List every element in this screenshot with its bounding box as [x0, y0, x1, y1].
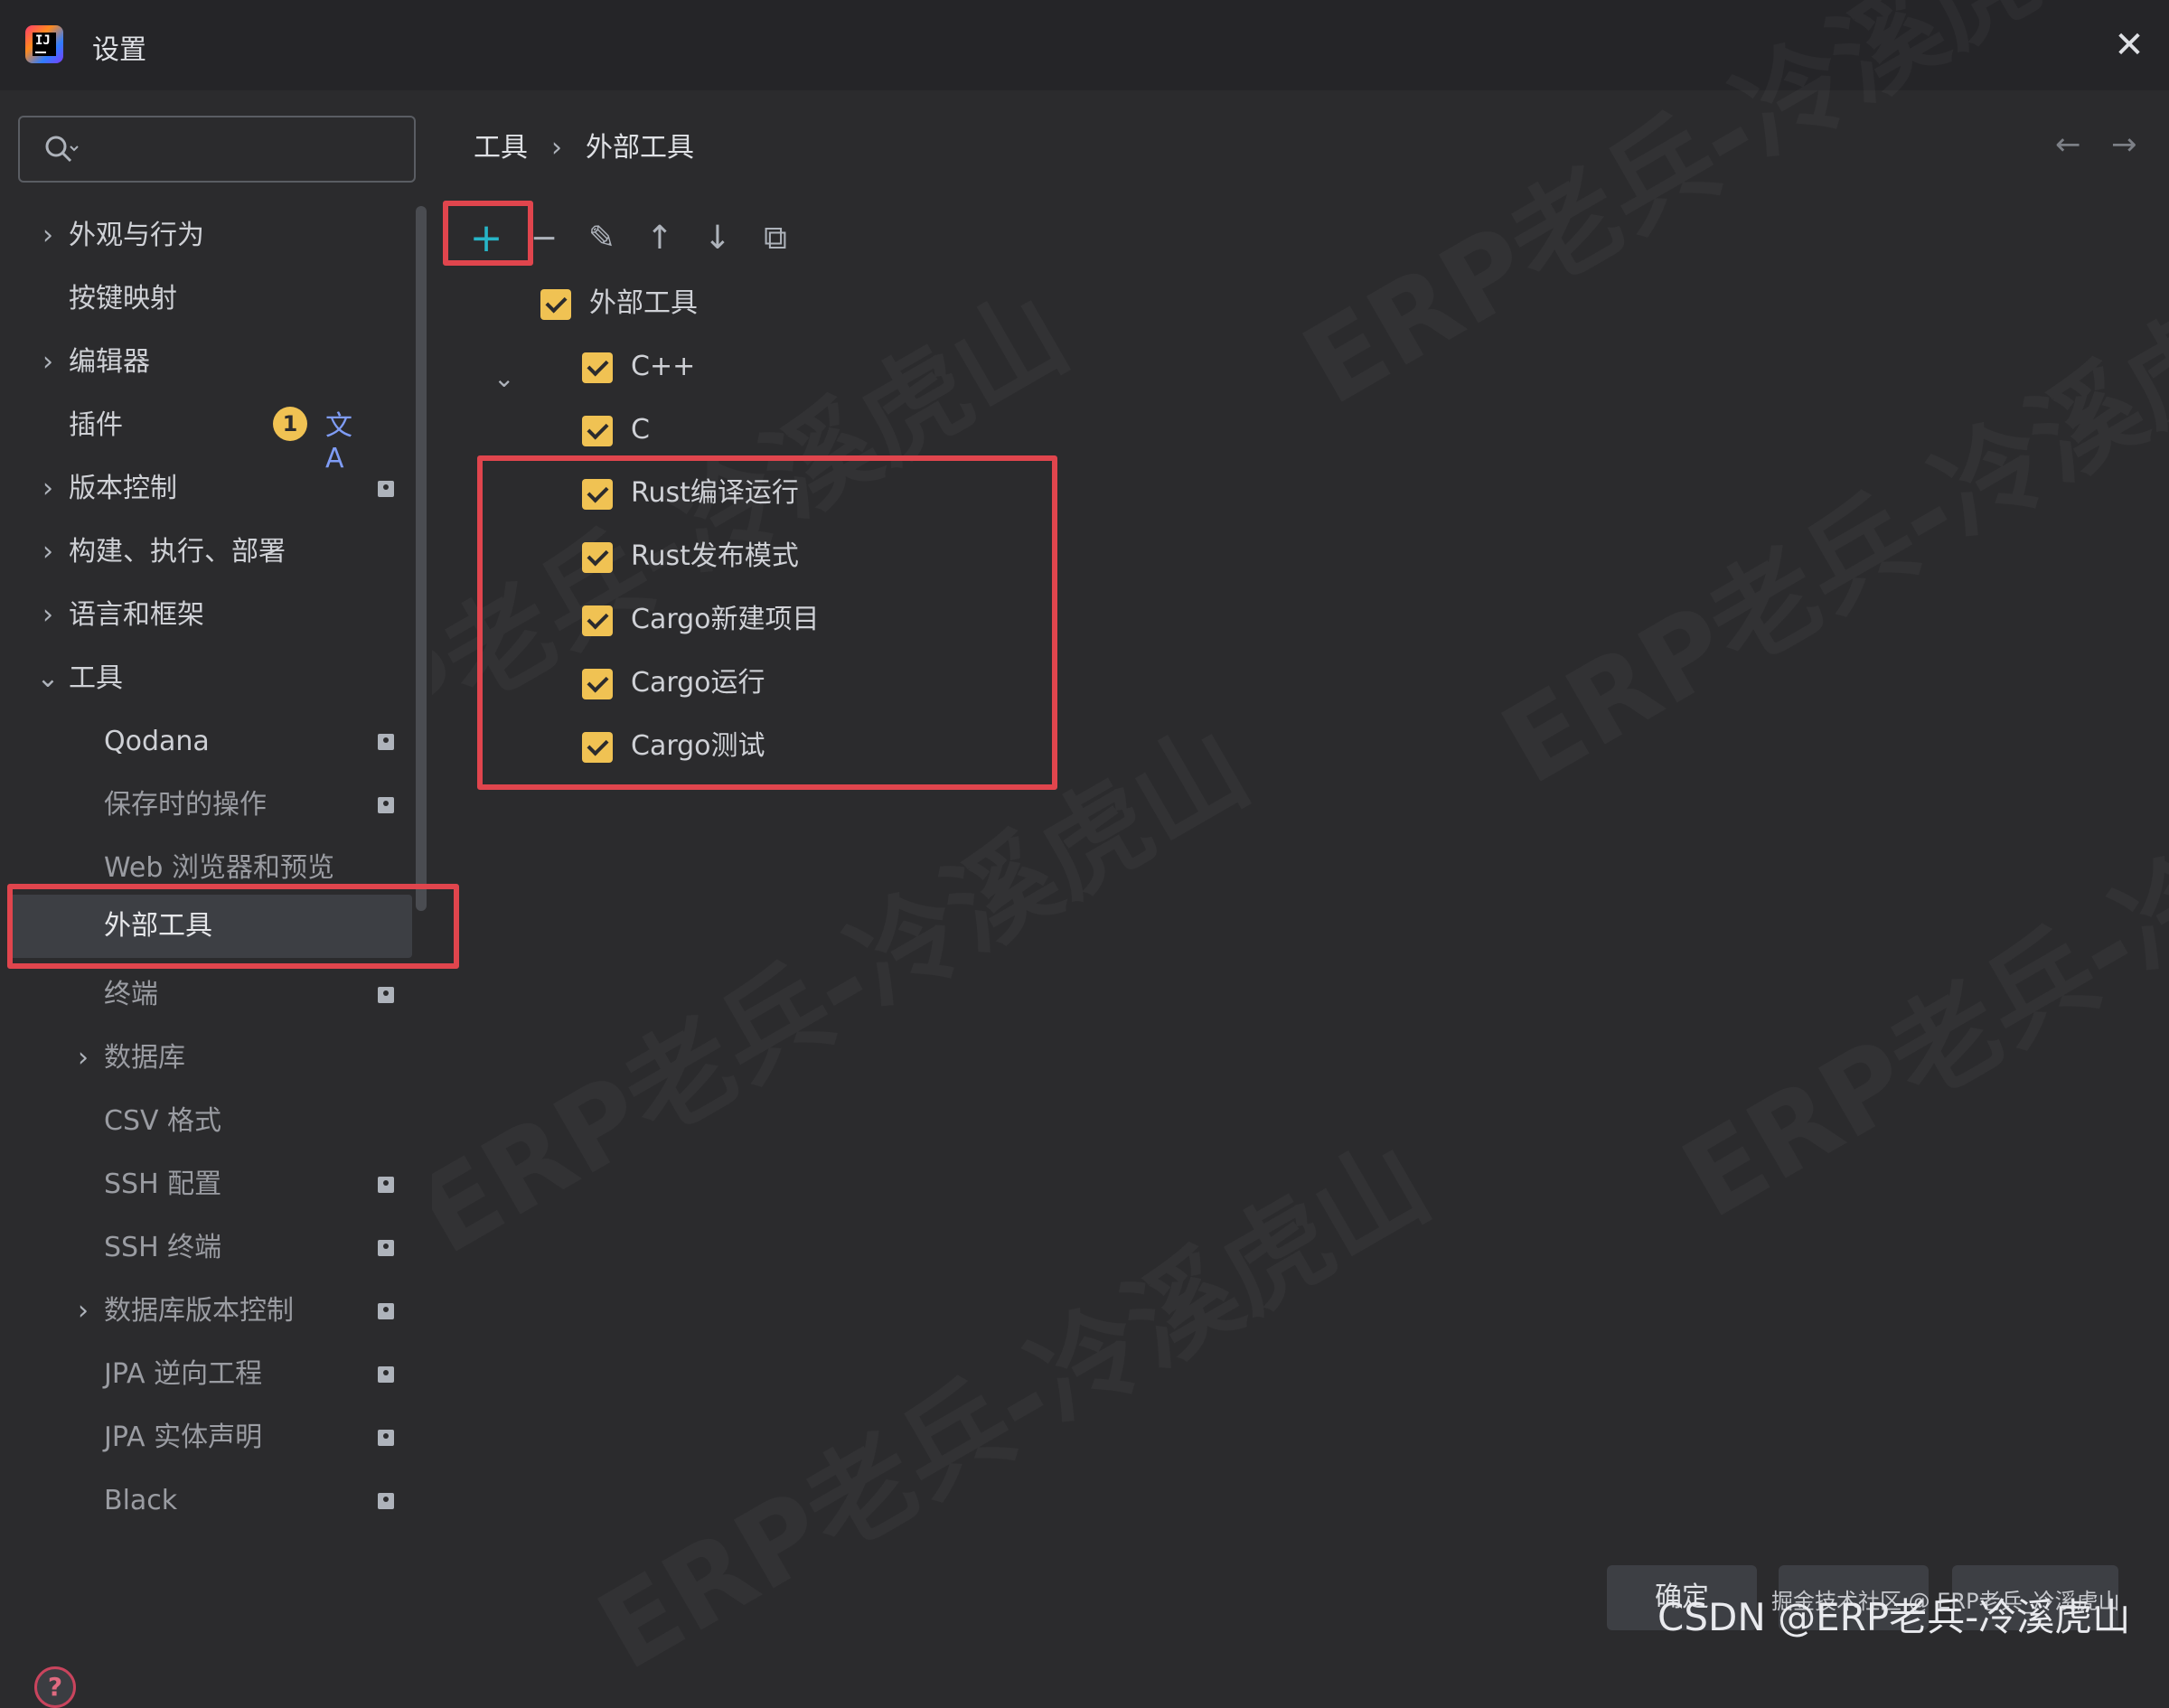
- sidebar-item-label: CSV 格式: [104, 1105, 222, 1137]
- logo-text: IJ: [35, 33, 51, 48]
- search-box[interactable]: [18, 116, 416, 183]
- sidebar-item-qodana[interactable]: Qodana: [104, 712, 210, 772]
- sidebar-item-label: 工具: [69, 662, 123, 694]
- sidebar-item-label: 外观与行为: [69, 220, 204, 251]
- sidebar-item-csv[interactable]: CSV 格式: [104, 1092, 221, 1151]
- sidebar-item-label: 数据库: [104, 1042, 185, 1074]
- sidebar-item-appearance[interactable]: › 外观与行为: [42, 206, 204, 266]
- chevron-right-icon[interactable]: ›: [34, 206, 61, 266]
- annotation-highlight-box: [477, 455, 1057, 790]
- sidebar-item-label: 语言和框架: [69, 599, 204, 631]
- sidebar-item-ssh-config[interactable]: SSH 配置: [104, 1155, 221, 1215]
- chevron-right-icon[interactable]: ›: [34, 333, 61, 392]
- tool-item-label: C: [631, 414, 650, 446]
- sidebar-item-database[interactable]: › 数据库: [78, 1028, 185, 1088]
- sidebar-item-label: Web 浏览器和预览: [104, 852, 334, 884]
- project-level-icon: [378, 797, 394, 813]
- checkbox[interactable]: [582, 352, 613, 383]
- sidebar-item-languages[interactable]: › 语言和框架: [42, 586, 204, 645]
- sidebar-item-label: SSH 终端: [104, 1232, 222, 1263]
- close-icon[interactable]: ✕: [2109, 25, 2149, 65]
- sidebar-item-keymap[interactable]: 按键映射: [69, 269, 177, 329]
- forward-arrow-icon[interactable]: →: [2111, 127, 2147, 163]
- back-arrow-icon[interactable]: ←: [2055, 127, 2091, 163]
- project-level-icon: [378, 481, 394, 497]
- annotation-highlight-box: [443, 201, 533, 266]
- project-level-icon: [378, 734, 394, 750]
- project-level-icon: [378, 987, 394, 1003]
- project-level-icon: [378, 1366, 394, 1383]
- edit-tool-button[interactable]: ✎: [582, 219, 622, 258]
- sidebar-item-label: JPA 实体声明: [104, 1422, 263, 1453]
- intellij-logo-icon: IJ: [25, 25, 63, 63]
- sidebar-item-version-control[interactable]: › 版本控制: [42, 459, 177, 519]
- tool-group-label: 外部工具: [589, 287, 698, 319]
- sidebar-item-label: 终端: [104, 979, 158, 1010]
- sidebar-item-label: SSH 配置: [104, 1168, 222, 1200]
- search-input[interactable]: [89, 125, 405, 174]
- search-icon: [45, 136, 79, 163]
- sidebar-item-label: 数据库版本控制: [104, 1295, 294, 1327]
- sidebar-item-label: 编辑器: [69, 346, 150, 378]
- annotation-highlight-box: [7, 884, 459, 969]
- sidebar-item-label: Qodana: [104, 726, 210, 757]
- sidebar-item-terminal[interactable]: 终端: [104, 965, 158, 1025]
- sidebar-item-label: 版本控制: [69, 473, 177, 504]
- project-level-icon: [378, 1303, 394, 1319]
- sidebar-item-db-version-control[interactable]: › 数据库版本控制: [78, 1281, 294, 1341]
- project-level-icon: [378, 1240, 394, 1256]
- breadcrumb-current: 外部工具: [586, 132, 694, 164]
- settings-sidebar: › 外观与行为 按键映射 › 编辑器 插件 1 文A › 版本控制 › 构建、执…: [0, 90, 459, 1708]
- chevron-right-icon[interactable]: ›: [34, 459, 61, 519]
- sidebar-item-label: 插件: [69, 409, 123, 441]
- chevron-right-icon[interactable]: ›: [70, 1281, 97, 1341]
- chevron-down-icon[interactable]: ⌄: [493, 363, 521, 393]
- move-up-button[interactable]: ↑: [640, 219, 680, 258]
- help-icon[interactable]: ?: [34, 1666, 76, 1708]
- checkbox[interactable]: [582, 416, 613, 446]
- sidebar-item-actions-on-save[interactable]: 保存时的操作: [104, 775, 267, 835]
- move-down-button[interactable]: ↓: [698, 219, 737, 258]
- sidebar-item-build[interactable]: › 构建、执行、部署: [42, 522, 286, 582]
- sidebar-item-label: JPA 逆向工程: [104, 1358, 263, 1390]
- copy-tool-button[interactable]: ⧉: [756, 219, 795, 258]
- chevron-down-icon[interactable]: ⌄: [34, 649, 61, 709]
- checkbox[interactable]: [540, 289, 571, 320]
- sidebar-item-label: 构建、执行、部署: [69, 536, 286, 568]
- sidebar-item-editor[interactable]: › 编辑器: [42, 333, 150, 392]
- project-level-icon: [378, 1177, 394, 1193]
- tool-item-label: C++: [631, 351, 696, 382]
- translate-icon: 文A: [325, 410, 352, 474]
- sidebar-item-jpa-entity[interactable]: JPA 实体声明: [104, 1408, 262, 1468]
- window-title: 设置: [92, 34, 146, 66]
- sidebar-item-black[interactable]: Black: [104, 1471, 177, 1531]
- chevron-right-icon[interactable]: ›: [34, 586, 61, 645]
- breadcrumb-parent[interactable]: 工具: [474, 125, 528, 164]
- sidebar-scrollbar[interactable]: [416, 206, 427, 911]
- project-level-icon: [378, 1493, 394, 1509]
- main-panel: 工具 › 外部工具 ← → + − ✎ ↑ ↓ ⧉ ⌄ 外部工具 C++ C Rus…: [432, 90, 2169, 1652]
- sidebar-item-label: 按键映射: [69, 283, 177, 314]
- sidebar-item-label: Black: [104, 1485, 178, 1516]
- sidebar-item-tools[interactable]: ⌄ 工具: [36, 649, 123, 709]
- breadcrumb: 工具 › 外部工具: [474, 125, 694, 164]
- sidebar-item-label: 保存时的操作: [104, 789, 267, 821]
- watermark-footer: CSDN @ERP老兵-冷溪虎山: [1657, 1595, 2131, 1639]
- plugins-update-badge: 1: [273, 407, 307, 441]
- title-bar: IJ 设置 ✕: [0, 0, 2169, 90]
- sidebar-item-jpa-reverse[interactable]: JPA 逆向工程: [104, 1345, 262, 1404]
- sidebar-item-ssh-terminal[interactable]: SSH 终端: [104, 1218, 221, 1278]
- project-level-icon: [378, 1430, 394, 1446]
- chevron-right-icon[interactable]: ›: [70, 1028, 97, 1088]
- breadcrumb-separator-icon: ›: [551, 132, 562, 164]
- sidebar-item-plugins[interactable]: 插件: [69, 396, 123, 455]
- chevron-right-icon[interactable]: ›: [34, 522, 61, 582]
